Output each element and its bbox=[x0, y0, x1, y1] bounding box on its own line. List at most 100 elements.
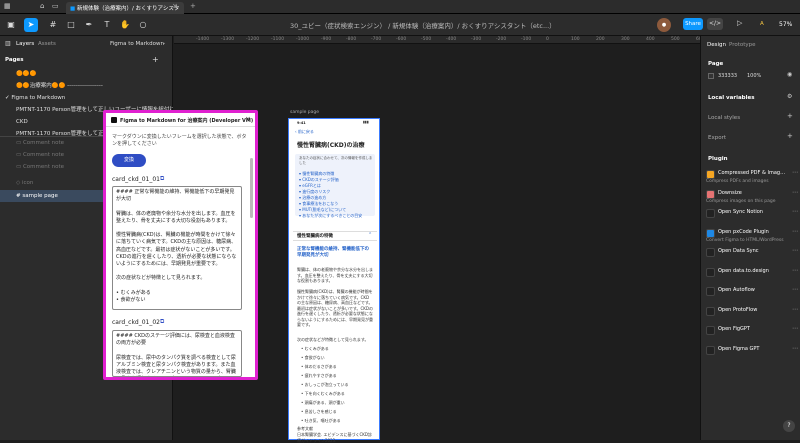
share-button[interactable]: Share bbox=[683, 18, 703, 30]
hand-tool-icon[interactable]: ✋ bbox=[118, 18, 132, 32]
ruler-tick: -500 bbox=[421, 37, 432, 42]
ruler-tick: 0 bbox=[546, 37, 549, 42]
ai-indicator[interactable]: A bbox=[760, 21, 764, 27]
plugin-item[interactable]: Compressed PDF & Imag… ⋯ Compress PDFs and… bbox=[706, 168, 798, 186]
variables-icon[interactable]: ⚙ bbox=[787, 94, 792, 100]
chevron-up-icon[interactable]: ⌃ bbox=[368, 232, 372, 238]
frame-tool-icon[interactable]: # bbox=[46, 18, 60, 32]
frame-label[interactable]: sample page bbox=[290, 110, 319, 115]
page-color-value[interactable]: 333333 bbox=[718, 73, 737, 79]
page-item[interactable]: 🟠🟠🟠 bbox=[0, 68, 173, 80]
back-link[interactable]: ‹ 前に戻る bbox=[295, 129, 314, 135]
ruler-tick: 500 bbox=[671, 37, 680, 42]
bullet-text: 息苦しさを感じる bbox=[304, 409, 337, 414]
text-tool-icon[interactable]: T bbox=[100, 18, 114, 32]
zoom-level[interactable]: 57% bbox=[779, 21, 792, 28]
prototype-tab[interactable]: Prototype bbox=[729, 42, 756, 48]
pen-tool-icon[interactable]: ✒ bbox=[82, 18, 96, 32]
add-style-icon[interactable]: + bbox=[787, 113, 793, 120]
modal-header: Figma to Markdown for 治療案内 (Developer VM… bbox=[106, 113, 255, 127]
copy-icon[interactable]: ⧉ bbox=[160, 176, 164, 182]
more-icon[interactable]: ⋯ bbox=[792, 306, 798, 313]
document-title[interactable]: 30_ユビー（症状検索エンジン） / 新規体験（治療案内）/ おくすりアシスタン… bbox=[290, 20, 590, 30]
shape-tool-icon[interactable]: □ bbox=[64, 18, 78, 32]
help-button[interactable]: ? bbox=[783, 420, 795, 432]
close-icon[interactable]: × bbox=[245, 116, 251, 123]
dev-mode-icon[interactable]: </> bbox=[707, 18, 723, 30]
copy-icon[interactable]: ⧉ bbox=[160, 319, 164, 325]
present-icon[interactable]: ▷ bbox=[737, 20, 742, 27]
more-icon[interactable]: ⋯ bbox=[792, 267, 798, 274]
layers-tab[interactable]: Layers bbox=[16, 41, 34, 47]
more-icon[interactable]: ⋯ bbox=[792, 169, 798, 176]
more-icon[interactable]: ⋯ bbox=[792, 208, 798, 215]
comment-tool-icon[interactable]: ○ bbox=[136, 18, 150, 32]
plugin-item[interactable]: Open FigGPT ⋯ bbox=[706, 324, 798, 342]
more-icon[interactable]: ⋯ bbox=[792, 247, 798, 254]
toc-item-label: 食事療法をおこなう bbox=[302, 201, 339, 206]
plugin-item[interactable]: Open Data Sync ⋯ bbox=[706, 246, 798, 264]
markdown-textarea[interactable]: #### 正常な腎機能の維持、腎機能低下の早期発見が大切 腎臓は、体の老廃物や余… bbox=[112, 186, 242, 310]
design-tab[interactable]: Design bbox=[707, 42, 726, 48]
status-icons: ▮▮▮ bbox=[363, 120, 369, 124]
layer-item-label: sample page bbox=[22, 193, 58, 199]
plugin-logo-icon bbox=[706, 189, 715, 199]
plugin-logo-icon bbox=[706, 287, 715, 296]
plugin-item[interactable]: Open pxCode Plugin ⋯ Convert Figma to HTML… bbox=[706, 227, 798, 245]
more-icon[interactable]: ⋯ bbox=[792, 286, 798, 293]
add-export-icon[interactable]: + bbox=[787, 133, 793, 140]
ruler-tick: -800 bbox=[346, 37, 357, 42]
app-menu-icon[interactable]: ▦ bbox=[4, 3, 11, 10]
markdown-textarea[interactable]: #### CKDのステージ評価には、尿検査と血液検査の両方が必要 尿検査では、尿… bbox=[112, 330, 242, 377]
page-item[interactable]: ✓ Figma to Markdown bbox=[0, 92, 173, 104]
bullet-item: • むくみがある bbox=[301, 346, 329, 351]
assets-tab[interactable]: Assets bbox=[38, 41, 56, 47]
more-icon[interactable]: ⋯ bbox=[792, 325, 798, 332]
more-icon[interactable]: ⋯ bbox=[792, 228, 798, 235]
move-tool-icon[interactable]: ➤ bbox=[24, 18, 38, 32]
panel-toggle-icon[interactable]: ▥ bbox=[5, 41, 11, 47]
bullet-item: • 下を向くむくみがある bbox=[301, 391, 345, 396]
close-tab-icon[interactable]: × bbox=[172, 3, 178, 10]
home-icon[interactable]: ⌂ bbox=[40, 3, 44, 10]
sample-page-frame[interactable]: 9:41 ▮▮▮ ‹ 前に戻る 慢性腎臓病(CKD)の治療 あなたの症状に合わせ… bbox=[288, 118, 380, 443]
plugin-item[interactable]: Downsize ⋯ Compress images on this page bbox=[706, 188, 798, 206]
avatar[interactable]: ● bbox=[657, 18, 671, 32]
page-item[interactable]: 🟠🟠治療案内🟠🟠 ------------------ bbox=[0, 80, 173, 92]
plugin-item[interactable]: Open Sync Notion ⋯ bbox=[706, 207, 798, 225]
page-color-swatch[interactable] bbox=[708, 73, 714, 79]
toc-item[interactable]: ▾ あなたが次にするべきことの目安 bbox=[299, 213, 362, 219]
new-tab-icon[interactable]: + bbox=[190, 3, 196, 10]
file-name[interactable]: Figma to Markdown bbox=[110, 41, 164, 47]
browser-tab[interactable]: ■ 新規体験（治療案内）/ おくすりアシスタ bbox=[66, 2, 184, 14]
plugin-name: Open ProtoFlow bbox=[718, 306, 758, 313]
layer-item-label: Comment note bbox=[22, 164, 65, 170]
plugin-item[interactable]: Open Figma GPT ⋯ bbox=[706, 344, 798, 362]
page-opacity[interactable]: 100% bbox=[747, 73, 761, 79]
status-time: 9:41 bbox=[297, 121, 306, 125]
ruler-tick: -1000 bbox=[296, 37, 310, 42]
toc-item-label: 進行度のリスク bbox=[302, 189, 331, 194]
comment-icon: ▭ bbox=[16, 152, 23, 158]
add-page-icon[interactable]: + bbox=[152, 56, 159, 64]
bullet-text: 下を向くむくみがある bbox=[304, 391, 345, 396]
plugin-item[interactable]: Open ProtoFlow ⋯ bbox=[706, 305, 798, 323]
convert-button[interactable]: 変換 bbox=[112, 154, 146, 167]
chevron-down-icon[interactable]: ⌄ bbox=[162, 41, 166, 46]
local-styles[interactable]: Local styles bbox=[708, 115, 740, 121]
eye-icon[interactable]: ◉ bbox=[787, 72, 792, 78]
main-menu-icon[interactable]: ▣ bbox=[4, 18, 18, 32]
layer-item-label: Comment note bbox=[22, 140, 65, 146]
more-icon[interactable]: ⋯ bbox=[792, 345, 798, 352]
plugin-item[interactable]: Open Autoflow ⋯ bbox=[706, 285, 798, 303]
local-variables[interactable]: Local variables bbox=[708, 95, 755, 101]
back-link-label: 前に戻る bbox=[297, 129, 314, 134]
bullet-text: 疲れやすさがある bbox=[304, 373, 337, 378]
more-icon[interactable]: ⋯ bbox=[792, 189, 798, 196]
folder-icon[interactable]: ▭ bbox=[52, 3, 59, 10]
plugin-name: Open pxCode Plugin bbox=[718, 228, 769, 235]
plugin-logo-icon bbox=[706, 248, 715, 257]
scrollbar[interactable] bbox=[250, 158, 253, 218]
comment-icon: ▭ bbox=[16, 140, 23, 146]
plugin-item[interactable]: Open data.to.design ⋯ bbox=[706, 266, 798, 284]
